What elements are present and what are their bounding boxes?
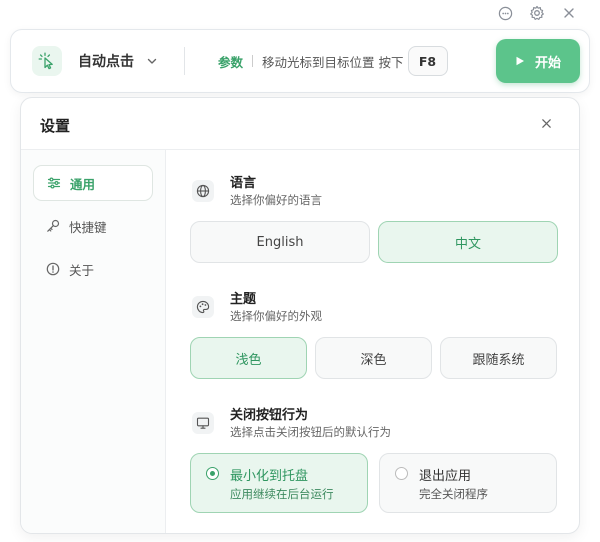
close-option-desc: 应用继续在后台运行: [230, 487, 334, 501]
language-option-chinese[interactable]: 中文: [378, 221, 558, 263]
info-icon: [46, 262, 60, 276]
settings-title: 设置: [40, 117, 71, 135]
sliders-icon: [47, 176, 61, 190]
chevron-down-icon: [146, 55, 158, 67]
nav-item-general[interactable]: 通用: [33, 165, 153, 201]
hint-text: 移动光标到目标位置 按下: [262, 54, 404, 70]
cursor-click-icon: [32, 46, 62, 76]
param-separator: [252, 55, 254, 67]
language-option-english[interactable]: English: [190, 221, 370, 263]
settings-content: 语言 选择你偏好的语言 English 中文 主题 选择你偏好的外观 浅色 深色…: [167, 150, 579, 533]
nav-item-shortcuts[interactable]: 快捷键: [33, 208, 153, 244]
monitor-icon: [192, 412, 214, 434]
close-option-minimize[interactable]: 最小化到托盘 应用继续在后台运行: [190, 453, 368, 513]
window-controls: [496, 4, 578, 22]
nav-item-label: 快捷键: [69, 219, 107, 235]
palette-icon: [192, 296, 214, 318]
theme-option-dark[interactable]: 深色: [315, 337, 432, 379]
close-option-desc: 完全关闭程序: [419, 487, 488, 501]
param-label: 参数: [218, 54, 244, 70]
globe-icon: [192, 180, 214, 202]
mode-label: 自动点击: [78, 54, 134, 70]
nav-item-label: 关于: [69, 262, 95, 278]
start-button[interactable]: 开始: [496, 39, 580, 83]
close-option-title: 退出应用: [419, 469, 472, 484]
theme-desc: 选择你偏好的外观: [230, 309, 322, 323]
settings-header: 设置: [21, 98, 579, 150]
close-option-quit[interactable]: 退出应用 完全关闭程序: [379, 453, 557, 513]
start-label: 开始: [534, 55, 561, 71]
play-icon: [515, 56, 525, 66]
radio-selected: [206, 467, 219, 480]
chat-bubble-icon[interactable]: [496, 4, 514, 22]
close-icon[interactable]: [560, 4, 578, 22]
main-toolbar: 自动点击 参数 移动光标到目标位置 按下 F8 开始: [10, 29, 590, 93]
close-behavior-title: 关闭按钮行为: [230, 408, 309, 423]
language-title: 语言: [230, 176, 257, 191]
nav-item-about[interactable]: 关于: [33, 251, 153, 287]
close-behavior-desc: 选择点击关闭按钮后的默认行为: [230, 425, 391, 439]
theme-option-system[interactable]: 跟随系统: [440, 337, 557, 379]
nav-item-label: 通用: [70, 176, 96, 192]
key-icon: [46, 219, 60, 233]
toolbar-divider: [184, 47, 185, 75]
theme-option-light[interactable]: 浅色: [190, 337, 307, 379]
mode-dropdown[interactable]: 自动点击: [78, 51, 158, 71]
radio-unselected: [395, 467, 408, 480]
settings-sidebar: 通用 快捷键 关于: [21, 150, 166, 533]
theme-title: 主题: [230, 292, 257, 307]
hotkey-badge[interactable]: F8: [407, 46, 448, 76]
gear-icon[interactable]: [528, 4, 546, 22]
close-option-title: 最小化到托盘: [230, 469, 309, 484]
settings-close-icon[interactable]: [537, 114, 555, 132]
settings-dialog: 设置 通用 快捷键 关于 语言 选择你偏好的语言 English 中文 主题 选…: [20, 97, 580, 534]
language-desc: 选择你偏好的语言: [230, 193, 322, 207]
